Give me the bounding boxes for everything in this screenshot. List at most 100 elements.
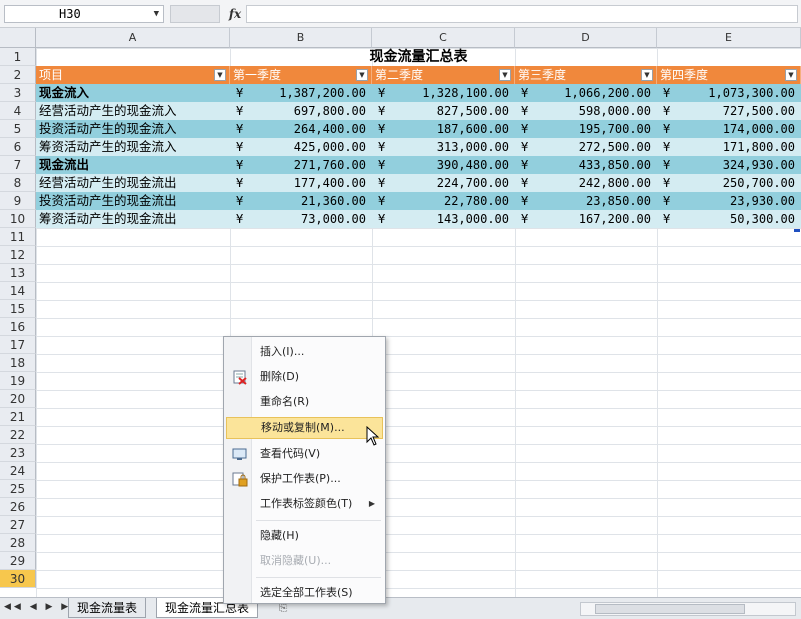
row-header[interactable]: 18: [0, 354, 36, 372]
table-row[interactable]: 经营活动产生的现金流入 ¥697,800.00 ¥827,500.00 ¥598,00…: [36, 102, 801, 120]
menu-item-rename[interactable]: 重命名(R): [226, 391, 383, 413]
filter-dropdown-icon[interactable]: ▼: [785, 69, 797, 81]
horizontal-scrollbar[interactable]: [580, 602, 796, 616]
row-header[interactable]: 26: [0, 498, 36, 516]
row-header[interactable]: 6: [0, 138, 36, 156]
menu-item-hide[interactable]: 隐藏(H): [226, 525, 383, 547]
table-row[interactable]: 现金流入 ¥1,387,200.00 ¥1,328,100.00 ¥1,066,200…: [36, 84, 801, 102]
row-label-cell[interactable]: 现金流入: [39, 84, 229, 102]
row-label-cell[interactable]: 现金流出: [39, 156, 229, 174]
row-header[interactable]: 10: [0, 210, 36, 228]
column-header-a[interactable]: A: [36, 28, 230, 48]
row-label-cell[interactable]: 筹资活动产生的现金流出: [39, 210, 229, 228]
table-row[interactable]: 投资活动产生的现金流入 ¥264,400.00 ¥187,600.00 ¥195,70…: [36, 120, 801, 138]
amount-cell[interactable]: ¥598,000.00: [515, 102, 657, 120]
column-header-c[interactable]: C: [372, 28, 515, 48]
amount-cell[interactable]: ¥177,400.00: [230, 174, 372, 192]
amount-cell[interactable]: ¥1,073,300.00: [657, 84, 801, 102]
row-header[interactable]: 7: [0, 156, 36, 174]
column-header-e[interactable]: E: [657, 28, 801, 48]
row-header[interactable]: 16: [0, 318, 36, 336]
row-header[interactable]: 2: [0, 66, 36, 84]
row-header[interactable]: 1: [0, 48, 36, 66]
header-cell-q3[interactable]: 第三季度 ▼: [515, 66, 657, 84]
select-all-corner[interactable]: [0, 28, 36, 48]
row-header[interactable]: 19: [0, 372, 36, 390]
amount-cell[interactable]: ¥242,800.00: [515, 174, 657, 192]
amount-cell[interactable]: ¥697,800.00: [230, 102, 372, 120]
amount-cell[interactable]: ¥50,300.00: [657, 210, 801, 228]
menu-item-unhide[interactable]: 取消隐藏(U)...: [226, 550, 383, 572]
table-row[interactable]: 筹资活动产生的现金流出 ¥73,000.00 ¥143,000.00 ¥167,200…: [36, 210, 801, 228]
amount-cell[interactable]: ¥313,000.00: [372, 138, 515, 156]
amount-cell[interactable]: ¥171,800.00: [657, 138, 801, 156]
row-header[interactable]: 25: [0, 480, 36, 498]
scrollbar-thumb[interactable]: [595, 604, 745, 614]
menu-item-move-or-copy[interactable]: 移动或复制(M)...: [226, 417, 383, 439]
menu-item-view-code[interactable]: 查看代码(V): [226, 443, 383, 465]
amount-cell[interactable]: ¥250,700.00: [657, 174, 801, 192]
row-label-cell[interactable]: 经营活动产生的现金流入: [39, 102, 229, 120]
filter-dropdown-icon[interactable]: ▼: [499, 69, 511, 81]
row-header[interactable]: 12: [0, 246, 36, 264]
amount-cell[interactable]: ¥425,000.00: [230, 138, 372, 156]
amount-cell[interactable]: ¥73,000.00: [230, 210, 372, 228]
header-cell-q1[interactable]: 第一季度 ▼: [230, 66, 372, 84]
row-header[interactable]: 21: [0, 408, 36, 426]
table-row[interactable]: 经营活动产生的现金流出 ¥177,400.00 ¥224,700.00 ¥242,80…: [36, 174, 801, 192]
menu-item-delete[interactable]: 删除(D): [226, 366, 383, 388]
menu-item-select-all-sheets[interactable]: 选定全部工作表(S): [226, 582, 383, 604]
sheet-title[interactable]: 现金流量汇总表: [36, 48, 801, 66]
amount-cell[interactable]: ¥22,780.00: [372, 192, 515, 210]
amount-cell[interactable]: ¥324,930.00: [657, 156, 801, 174]
insert-function-icon[interactable]: fx: [226, 5, 244, 23]
row-label-cell[interactable]: 筹资活动产生的现金流入: [39, 138, 229, 156]
formula-input[interactable]: [246, 5, 798, 23]
filter-dropdown-icon[interactable]: ▼: [356, 69, 368, 81]
column-header-d[interactable]: D: [515, 28, 657, 48]
amount-cell[interactable]: ¥23,930.00: [657, 192, 801, 210]
row-header[interactable]: 11: [0, 228, 36, 246]
row-header[interactable]: 23: [0, 444, 36, 462]
name-box[interactable]: H30 ▼: [4, 5, 164, 23]
column-header-b[interactable]: B: [230, 28, 372, 48]
row-label-cell[interactable]: 经营活动产生的现金流出: [39, 174, 229, 192]
table-row[interactable]: 筹资活动产生的现金流入 ¥425,000.00 ¥313,000.00 ¥272,50…: [36, 138, 801, 156]
autofill-handle-icon[interactable]: [794, 229, 800, 232]
row-label-cell[interactable]: 投资活动产生的现金流出: [39, 192, 229, 210]
amount-cell[interactable]: ¥195,700.00: [515, 120, 657, 138]
amount-cell[interactable]: ¥23,850.00: [515, 192, 657, 210]
amount-cell[interactable]: ¥1,387,200.00: [230, 84, 372, 102]
row-header[interactable]: 8: [0, 174, 36, 192]
row-header[interactable]: 24: [0, 462, 36, 480]
filter-dropdown-icon[interactable]: ▼: [641, 69, 653, 81]
amount-cell[interactable]: ¥187,600.00: [372, 120, 515, 138]
amount-cell[interactable]: ¥167,200.00: [515, 210, 657, 228]
header-cell-q4[interactable]: 第四季度 ▼: [657, 66, 801, 84]
row-header[interactable]: 17: [0, 336, 36, 354]
row-header[interactable]: 30: [0, 570, 36, 588]
amount-cell[interactable]: ¥224,700.00: [372, 174, 515, 192]
row-header[interactable]: 3: [0, 84, 36, 102]
menu-item-protect-sheet[interactable]: 保护工作表(P)...: [226, 468, 383, 490]
row-header[interactable]: 22: [0, 426, 36, 444]
row-header[interactable]: 28: [0, 534, 36, 552]
row-header[interactable]: 13: [0, 264, 36, 282]
amount-cell[interactable]: ¥272,500.00: [515, 138, 657, 156]
amount-cell[interactable]: ¥827,500.00: [372, 102, 515, 120]
chevron-down-icon[interactable]: ▼: [154, 6, 159, 22]
amount-cell[interactable]: ¥1,066,200.00: [515, 84, 657, 102]
row-header[interactable]: 14: [0, 282, 36, 300]
row-header[interactable]: 20: [0, 390, 36, 408]
row-header[interactable]: 5: [0, 120, 36, 138]
table-row[interactable]: 现金流出 ¥271,760.00 ¥390,480.00 ¥433,850.00 ¥32…: [36, 156, 801, 174]
row-header[interactable]: 4: [0, 102, 36, 120]
amount-cell[interactable]: ¥390,480.00: [372, 156, 515, 174]
menu-item-tab-color[interactable]: 工作表标签颜色(T) ▶: [226, 493, 383, 515]
amount-cell[interactable]: ¥143,000.00: [372, 210, 515, 228]
row-header[interactable]: 27: [0, 516, 36, 534]
filter-dropdown-icon[interactable]: ▼: [214, 69, 226, 81]
row-label-cell[interactable]: 投资活动产生的现金流入: [39, 120, 229, 138]
row-header[interactable]: 29: [0, 552, 36, 570]
sheet-tab-cashflow[interactable]: 现金流量表: [68, 598, 147, 618]
